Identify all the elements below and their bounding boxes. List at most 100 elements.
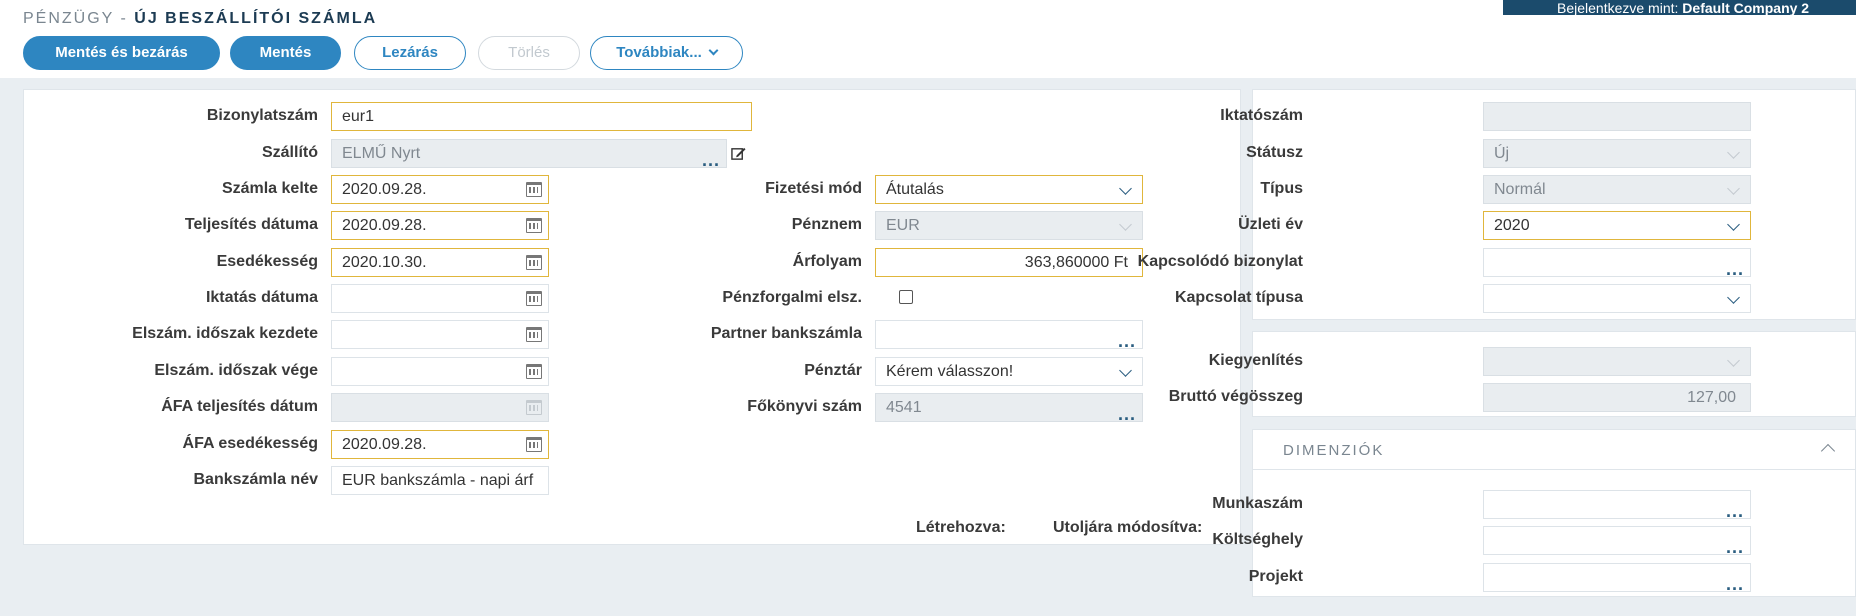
lookup-icon[interactable]: ... <box>1726 575 1744 591</box>
close-button[interactable]: Lezárás <box>354 36 466 70</box>
cash-register-value: Kérem válasszon! <box>886 363 1014 380</box>
login-prefix: Bejelentkezve mint: <box>1557 0 1679 16</box>
cost-center-input[interactable]: ... <box>1483 526 1751 555</box>
brutto-label: Bruttó végösszeg <box>1168 388 1303 405</box>
chevron-down-icon <box>1727 218 1740 231</box>
lookup-icon[interactable]: ... <box>1118 405 1136 421</box>
filing-date-input[interactable] <box>331 284 549 313</box>
calendar-icon[interactable] <box>526 364 542 379</box>
fulfillment-date-input[interactable]: 2020.09.28. <box>331 211 549 240</box>
bizonylatszam-label: Bizonylatszám <box>206 107 318 124</box>
vat-due-date-value: 2020.09.28. <box>342 436 427 453</box>
save-button[interactable]: Mentés <box>230 36 341 70</box>
dimensions-title: DIMENZIÓK <box>1283 442 1385 459</box>
chevron-down-icon <box>1727 146 1740 159</box>
calendar-icon[interactable] <box>526 437 542 452</box>
vat-fulfillment-date-input[interactable] <box>331 393 549 422</box>
ledger-account-value: 4541 <box>886 399 922 416</box>
bank-account-name-value: EUR bankszámla - napi árf <box>342 472 534 489</box>
cash-accounting-checkbox[interactable] <box>899 290 913 304</box>
gross-total-input[interactable]: 127,00 <box>1483 383 1751 412</box>
status-select[interactable]: Új <box>1483 139 1751 168</box>
koltseghely-label: Költséghely <box>1212 531 1303 548</box>
exchange-rate-input[interactable]: 363,860000 Ft <box>875 248 1143 277</box>
vat-due-date-input[interactable]: 2020.09.28. <box>331 430 549 459</box>
settlement-select[interactable] <box>1483 347 1751 376</box>
fizetesi-mod-label: Fizetési mód <box>765 180 862 197</box>
job-number-input[interactable]: ... <box>1483 490 1751 519</box>
relation-type-select[interactable] <box>1483 284 1751 313</box>
projekt-label: Projekt <box>1248 568 1303 585</box>
kapcsolodo-label: Kapcsolódó bizonylat <box>1137 253 1303 270</box>
invoice-date-input[interactable]: 2020.09.28. <box>331 175 549 204</box>
statusz-label: Státusz <box>1246 144 1303 161</box>
type-value: Normál <box>1494 181 1546 198</box>
lookup-icon[interactable]: ... <box>702 151 720 167</box>
lookup-icon[interactable]: ... <box>1118 332 1136 348</box>
modified-label: Utoljára módosítva: <box>1053 519 1203 536</box>
calendar-icon[interactable] <box>526 255 542 270</box>
elszam-vege-label: Elszám. időszak vége <box>154 362 318 379</box>
lookup-icon[interactable]: ... <box>1726 538 1744 554</box>
afa-esedekesseg-label: ÁFA esedékesség <box>182 435 318 452</box>
esedekesseg-label: Esedékesség <box>216 253 318 270</box>
teljesites-datuma-label: Teljesítés dátuma <box>184 216 318 233</box>
save-and-close-button[interactable]: Mentés és bezárás <box>23 36 220 70</box>
page-title: ÚJ BESZÁLLÍTÓI SZÁMLA <box>134 10 378 27</box>
arfolyam-label: Árfolyam <box>792 253 862 270</box>
payment-method-value: Átutalás <box>886 181 944 198</box>
created-label: Létrehozva: <box>916 519 1006 536</box>
project-input[interactable]: ... <box>1483 563 1751 592</box>
due-date-input[interactable]: 2020.10.30. <box>331 248 549 277</box>
period-start-input[interactable] <box>331 320 549 349</box>
lookup-icon[interactable]: ... <box>1726 502 1744 518</box>
related-document-input[interactable]: ... <box>1483 248 1751 277</box>
calendar-icon[interactable] <box>526 218 542 233</box>
fulfillment-date-value: 2020.09.28. <box>342 217 427 234</box>
fokonyvi-szam-label: Főkönyvi szám <box>747 398 862 415</box>
filing-number-input[interactable] <box>1483 102 1751 131</box>
ledger-account-input[interactable]: 4541 ... <box>875 393 1143 422</box>
chevron-down-icon <box>1119 182 1132 195</box>
supplier-input[interactable]: ELMŰ Nyrt ... <box>331 139 727 168</box>
chevron-down-icon <box>1727 291 1740 304</box>
penzforgalmi-label: Pénzforgalmi elsz. <box>722 289 862 306</box>
due-date-value: 2020.10.30. <box>342 254 427 271</box>
period-end-input[interactable] <box>331 357 549 386</box>
fiscal-year-select[interactable]: 2020 <box>1483 211 1751 240</box>
invoice-date-value: 2020.09.28. <box>342 181 427 198</box>
breadcrumb: PÉNZÜGY - ÚJ BESZÁLLÍTÓI SZÁMLA <box>23 10 377 28</box>
type-select[interactable]: Normál <box>1483 175 1751 204</box>
more-label: Továbbiak... <box>616 44 702 61</box>
lookup-icon[interactable]: ... <box>1726 260 1744 276</box>
iktatoszam-label: Iktatószám <box>1220 107 1303 124</box>
uzleti-ev-label: Üzleti év <box>1238 216 1303 233</box>
login-company: Default Company 2 <box>1682 0 1810 16</box>
bank-account-name-input[interactable]: EUR bankszámla - napi árf <box>331 466 549 495</box>
more-button[interactable]: Továbbiak... <box>590 36 743 70</box>
chevron-down-icon <box>1119 218 1132 231</box>
edit-icon[interactable] <box>731 146 746 161</box>
partner-bank-account-input[interactable]: ... <box>875 320 1143 349</box>
szamla-kelte-label: Számla kelte <box>221 180 318 197</box>
iktatas-datuma-label: Iktatás dátuma <box>205 289 318 306</box>
calendar-icon[interactable] <box>526 327 542 342</box>
calendar-icon <box>526 400 542 415</box>
status-value: Új <box>1494 145 1510 162</box>
chevron-down-icon <box>708 45 719 56</box>
dimensions-header[interactable]: DIMENZIÓK <box>1253 430 1855 470</box>
delete-button[interactable]: Törlés <box>478 36 580 70</box>
afa-teljesites-label: ÁFA teljesítés dátum <box>161 398 318 415</box>
currency-select[interactable]: EUR <box>875 211 1143 240</box>
cash-register-select[interactable]: Kérem válasszon! <box>875 357 1143 386</box>
elszam-kezdete-label: Elszám. időszak kezdete <box>132 325 318 342</box>
chevron-up-icon[interactable] <box>1820 443 1836 459</box>
chevron-down-icon <box>1119 364 1132 377</box>
kiegyenlites-label: Kiegyenlítés <box>1208 352 1303 369</box>
payment-method-select[interactable]: Átutalás <box>875 175 1143 204</box>
supplier-value: ELMŰ Nyrt <box>342 145 421 162</box>
tipus-label: Típus <box>1260 180 1303 197</box>
bizonylatszam-input[interactable]: eur1 <box>331 102 752 131</box>
calendar-icon[interactable] <box>526 291 542 306</box>
calendar-icon[interactable] <box>526 182 542 197</box>
